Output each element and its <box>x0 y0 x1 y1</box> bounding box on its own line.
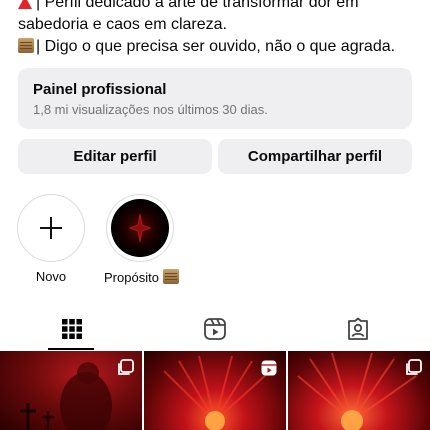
profile-bio: | Perfil dedicado à arte de transformar … <box>18 0 422 58</box>
red-sigil-icon <box>128 213 152 243</box>
active-tab-indicator <box>48 348 94 350</box>
post-thumbnail[interactable] <box>0 351 142 430</box>
post-thumbnail[interactable] <box>144 351 286 430</box>
professional-dashboard[interactable]: Painel profissional 1,8 mi visualizações… <box>18 68 412 129</box>
scroll-emoji <box>18 38 34 53</box>
dashboard-subtitle: 1,8 mi visualizações nos últimos 30 dias… <box>33 102 268 117</box>
bio-line-3: | Digo o que precisa ser ouvido, não o q… <box>18 36 422 58</box>
red-triangle-emoji <box>18 0 32 9</box>
tagged-icon <box>347 317 368 340</box>
edit-profile-button[interactable]: Editar perfil <box>18 139 212 174</box>
bio-line-2: sabedoria e caos em clareza. <box>18 16 227 33</box>
profile-tabs <box>0 308 430 350</box>
share-profile-button[interactable]: Compartilhar perfil <box>218 139 412 174</box>
tab-reels[interactable] <box>143 308 286 350</box>
bio-line-1: | Perfil dedicado à arte de transformar … <box>18 0 422 14</box>
highlight-cover-image <box>111 199 169 257</box>
grid-icon <box>61 319 82 339</box>
carousel-icon <box>118 359 134 375</box>
highlight-cover-circle[interactable] <box>106 194 174 262</box>
plus-icon <box>40 217 62 239</box>
carousel-icon <box>406 359 422 375</box>
tab-grid[interactable] <box>0 308 143 350</box>
reels-icon <box>203 318 226 340</box>
new-highlight-circle[interactable] <box>17 194 85 262</box>
highlight-label: Propósito <box>104 269 179 285</box>
dashboard-title: Painel profissional <box>33 81 167 98</box>
tab-tagged[interactable] <box>286 308 429 350</box>
reels-icon <box>261 360 277 376</box>
scroll-emoji <box>162 269 179 284</box>
highlight-new[interactable]: Novo <box>15 194 87 284</box>
highlight-proposito[interactable]: Propósito <box>104 194 179 285</box>
post-thumbnail[interactable] <box>288 351 430 430</box>
post-grid <box>0 351 430 430</box>
highlight-label: Novo <box>35 269 67 284</box>
